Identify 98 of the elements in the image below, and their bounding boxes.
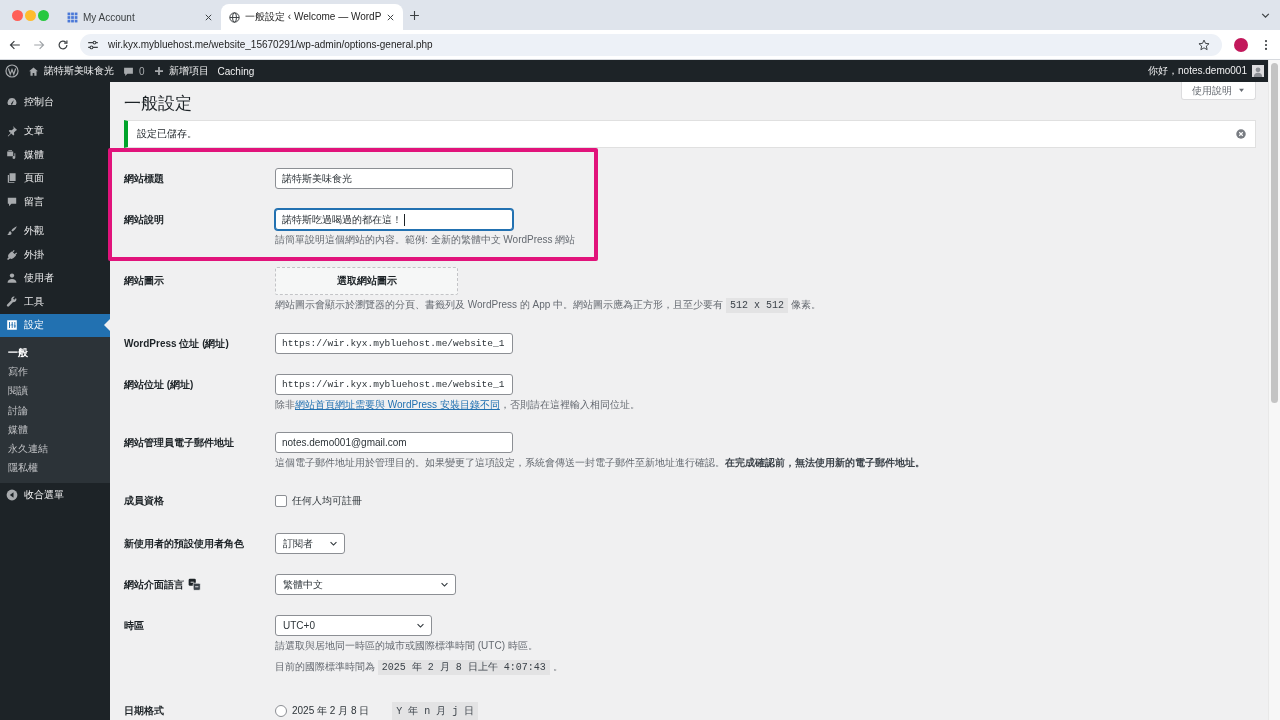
pin-icon: [6, 125, 18, 138]
address-field[interactable]: wir.kyx.mybluehost.me/website_15670291/wp-admin/options-general.php: [80, 33, 1222, 56]
notice-message: 設定已儲存。: [137, 127, 197, 141]
text-field[interactable]: 諾特斯吃過喝過的都在這！: [275, 209, 513, 230]
browser-tab[interactable]: My Account: [59, 4, 221, 30]
chevron-down-icon: [440, 580, 449, 589]
date-format-code: Y 年 n 月 j 日: [392, 701, 479, 720]
field-label: 日期格式: [124, 703, 164, 718]
reload-icon[interactable]: [57, 38, 69, 51]
caret-icon: [1238, 87, 1245, 94]
field-label: 網站圖示: [124, 274, 164, 288]
radio-button[interactable]: [275, 704, 287, 717]
submenu-item[interactable]: 寫作: [0, 362, 110, 382]
text-field[interactable]: 諾特斯美味食光: [275, 168, 513, 189]
field-label: 新使用者的預設使用者角色: [124, 536, 244, 551]
url-field[interactable]: https://wir.kyx.mybluehost.me/website_1: [275, 374, 513, 395]
gauge-icon: [6, 95, 18, 108]
field-label: 成員資格: [124, 493, 164, 508]
checkbox-label[interactable]: 任何人均可註冊: [292, 493, 362, 508]
grid-icon: [67, 11, 78, 23]
plus-icon[interactable]: [409, 9, 421, 21]
sidebar-item[interactable]: 控制台: [0, 90, 110, 114]
collapse-menu-button[interactable]: 收合選單: [0, 483, 110, 507]
checkbox[interactable]: [275, 494, 287, 507]
chevron-down-icon: [416, 621, 425, 630]
help-link[interactable]: 網站首頁網址需要與 WordPress 安裝目錄不同: [295, 399, 500, 410]
wrench-icon: [6, 295, 18, 308]
avatar-icon[interactable]: [1234, 37, 1248, 52]
account-link[interactable]: 你好，notes.demo001: [1148, 64, 1264, 78]
browser-tab[interactable]: 一般設定 ‹ Welcome — WordP: [221, 4, 404, 30]
url-field[interactable]: https://wir.kyx.mybluehost.me/website_1: [275, 333, 513, 354]
scrollbar[interactable]: [1268, 60, 1280, 720]
person-icon: [6, 272, 18, 285]
field-label: 網站介面語言: [124, 577, 184, 592]
back-arrow-icon[interactable]: [9, 38, 21, 51]
sidebar-item[interactable]: 媒體: [0, 143, 110, 167]
comments-link[interactable]: 0: [123, 65, 145, 77]
field-description: 除非網站首頁網址需要與 WordPress 安裝目錄不同，否則請在這裡輸入相同位址。: [275, 398, 640, 412]
speech-bubble-icon: [123, 65, 134, 77]
page-icon: [6, 172, 18, 185]
sidebar-item[interactable]: 設定: [0, 313, 110, 337]
code-text: 512 x 512: [725, 298, 788, 313]
choose-icon-button[interactable]: 選取網站圖示: [275, 267, 458, 295]
dropdown-select[interactable]: UTC+0: [275, 615, 432, 636]
sidebar-item[interactable]: 頁面: [0, 166, 110, 190]
submenu-item[interactable]: 媒體: [0, 420, 110, 440]
page-title: 一般設定: [124, 94, 192, 114]
dropdown-select[interactable]: 訂閱者: [275, 533, 345, 554]
site-name-link[interactable]: 諾特斯美味食光: [28, 64, 114, 78]
sliders-icon[interactable]: [87, 38, 99, 51]
dismiss-icon[interactable]: [1236, 129, 1246, 139]
email-field[interactable]: notes.demo001@gmail.com: [275, 432, 513, 453]
field-label: WordPress 位址 (網址): [124, 336, 229, 351]
field-label: 網站說明: [124, 212, 164, 227]
sidebar-item[interactable]: 外掛: [0, 243, 110, 267]
code-text: 2025 年 2 月 8 日上午 4:07:43: [377, 660, 550, 675]
arrow-circle-icon: [6, 488, 18, 501]
logo-icon[interactable]: [5, 64, 19, 78]
scrollbar-thumb[interactable]: [1271, 63, 1278, 403]
plus-icon: [153, 66, 164, 76]
field-description: 網站圖示會顯示於瀏覽器的分頁、書籤列及 WordPress 的 App 中。網站圖示應為正方形，且至少要有 512 x 512 像素。: [275, 298, 821, 313]
globe-icon: [229, 11, 240, 23]
sidebar-item[interactable]: 文章: [0, 119, 110, 143]
radio-label[interactable]: 2025 年 2 月 8 日: [292, 703, 370, 718]
sidebar-item[interactable]: 外觀: [0, 219, 110, 243]
field-description: 請簡單說明這個網站的內容。範例: 全新的繁體中文 WordPress 網站: [275, 233, 576, 247]
field-label: 網站標題: [124, 171, 164, 186]
camera-note-icon: [6, 148, 18, 161]
overlapping-squares-icon: [188, 578, 201, 591]
submenu-item[interactable]: 永久連結: [0, 439, 110, 459]
submenu-item[interactable]: 討論: [0, 400, 110, 421]
field-description: 目前的國際標準時間為 2025 年 2 月 8 日上午 4:07:43 。: [275, 660, 563, 675]
submenu-item[interactable]: 一般: [0, 343, 110, 363]
sliders-icon: [6, 319, 18, 332]
close-icon[interactable]: [204, 12, 213, 22]
field-label: 網站位址 (網址): [124, 377, 194, 392]
field-description: 這個電子郵件地址用於管理目的。如果變更了這項設定，系統會傳送一封電子郵件至新地址進行確認。在完成確認前，無法使用新的電子郵件地址。: [275, 456, 925, 470]
home-icon: [28, 65, 39, 77]
chevron-down-icon: [329, 539, 338, 548]
sidebar-item[interactable]: 留言: [0, 190, 110, 214]
close-icon[interactable]: [386, 12, 396, 22]
field-description: 請選取與居地同一時區的城市或國際標準時間 (UTC) 時區。: [275, 639, 538, 653]
text-caret-icon: [404, 213, 405, 226]
field-label: 網站管理員電子郵件地址: [124, 435, 234, 450]
sidebar-item[interactable]: 工具: [0, 290, 110, 314]
field-label: 時區: [124, 618, 144, 633]
new-item-link[interactable]: 新增項目: [153, 64, 209, 78]
brush-icon: [6, 225, 18, 238]
submenu-item[interactable]: 閱讀: [0, 381, 110, 401]
plug-icon: [6, 248, 18, 261]
user-avatar-icon: [1252, 65, 1264, 77]
star-icon[interactable]: [1198, 38, 1210, 51]
help-tab-button[interactable]: 使用說明: [1181, 82, 1256, 100]
speech-bubble-icon: [6, 195, 18, 208]
caching-link[interactable]: Caching: [217, 65, 255, 77]
dropdown-select[interactable]: 繁體中文: [275, 574, 456, 595]
sidebar-item[interactable]: 使用者: [0, 266, 110, 290]
submenu-item[interactable]: 隱私權: [0, 458, 110, 479]
